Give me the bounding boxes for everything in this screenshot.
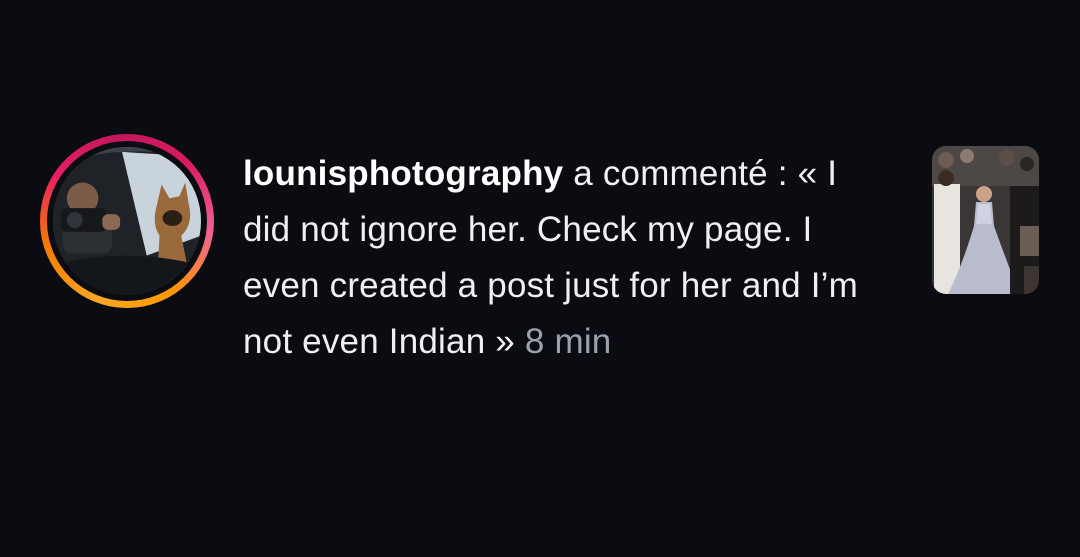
action-text: a commenté :	[563, 154, 798, 193]
post-thumbnail-image-icon	[932, 146, 1039, 294]
username[interactable]: lounisphotography	[243, 154, 563, 193]
avatar[interactable]	[53, 147, 201, 295]
timestamp: 8 min	[524, 322, 612, 361]
story-ring[interactable]	[40, 134, 214, 308]
comment-notification[interactable]: lounisphotography a commenté : « I did n…	[0, 0, 1080, 557]
avatar-photo-icon	[53, 147, 201, 295]
post-thumbnail[interactable]	[932, 146, 1039, 294]
comment-text: lounisphotography a commenté : « I did n…	[243, 146, 883, 370]
